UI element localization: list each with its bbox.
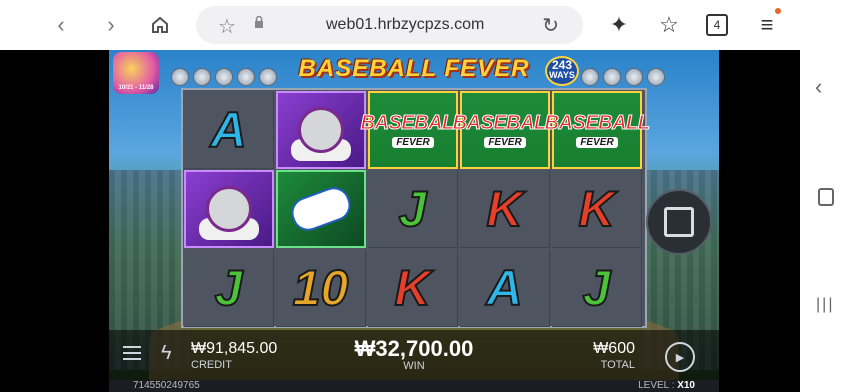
total-bet-value[interactable]: ₩600 (579, 340, 635, 358)
bookmark-star-icon[interactable]: ☆ (218, 14, 236, 39)
reel-symbol-player (276, 170, 366, 248)
symbol-letter: J (582, 259, 612, 317)
ways-label: WAYS (549, 70, 575, 80)
autoplay-icon[interactable]: ▶ (665, 342, 695, 372)
level-indicator: LEVEL : X10 (638, 380, 695, 391)
symbol-letter: J (398, 180, 428, 238)
win-label: WIN (403, 360, 425, 372)
back-icon[interactable]: ‹ (46, 10, 76, 40)
game-footer: 714550249765 LEVEL : X10 (109, 380, 719, 392)
wild-subtext: FEVER (484, 137, 526, 148)
symbol-letter: K (577, 180, 615, 238)
stop-icon (664, 207, 694, 237)
wild-subtext: FEVER (392, 137, 434, 148)
symbol-letter: 10 (292, 259, 350, 317)
symbol-letter: A (209, 101, 247, 159)
reel-grid: A J 10 BASEBALL FEVER J K BASEBALL FEVER K A BASEBA… (181, 88, 650, 328)
home-icon[interactable] (145, 10, 175, 40)
game-title: BASEBALL FEVER (298, 55, 530, 82)
reel-symbol-K: K (552, 170, 642, 248)
sliding-player-icon (286, 182, 356, 236)
ways-number: 243 (551, 58, 573, 72)
reel-symbol-J: J (184, 249, 274, 327)
promo-badge[interactable]: 10/21 - 11/28 (113, 52, 159, 94)
system-recents-icon[interactable]: ||| (816, 296, 834, 314)
reel-symbol-wild: BASEBALL FEVER (452, 91, 558, 169)
level-value: X10 (677, 380, 695, 391)
promo-dates: 10/21 - 11/28 (118, 85, 154, 91)
favorites-icon[interactable]: ☆ (654, 10, 684, 40)
wild-text: BASEBALL (360, 112, 466, 135)
level-label: LEVEL : (638, 380, 675, 391)
system-nav: ‹ ||| (800, 0, 850, 392)
credit-label: CREDIT (191, 359, 232, 371)
wild-text: BASEBALL (544, 112, 650, 135)
credit-value: ₩91,845.00 (191, 340, 278, 357)
total-bet-label: TOTAL (600, 359, 635, 371)
reload-icon[interactable]: ↻ (542, 13, 559, 38)
symbol-letter: K (485, 180, 523, 238)
reel-symbol-A: A (460, 249, 550, 327)
system-home-icon[interactable] (818, 188, 834, 206)
browser-toolbar: ‹ › ☆ web01.hrbzycpzs.com ↻ ✦ ☆ 4 ≡ (0, 0, 800, 50)
reel-symbol-10: 10 (276, 249, 366, 327)
url-text: web01.hrbzycpzs.com (326, 16, 485, 33)
reel-lights-left (171, 68, 277, 86)
reel-symbol-wild: BASEBALL FEVER (360, 91, 466, 169)
forward-icon[interactable]: › (96, 10, 126, 40)
wild-text: BASEBALL (452, 112, 558, 135)
notification-dot (775, 8, 781, 14)
reel-symbol-catcher (184, 170, 274, 248)
stop-button[interactable] (646, 189, 712, 255)
catcher-mask-icon (206, 186, 252, 232)
reel-lights-right (581, 68, 665, 86)
tabs-button[interactable]: 4 (702, 10, 732, 40)
symbol-letter: K (393, 259, 431, 317)
catcher-mask-icon (298, 107, 344, 153)
system-back-icon[interactable]: ‹ (815, 74, 822, 100)
symbol-letter: A (485, 259, 523, 317)
sparkle-icon[interactable]: ✦ (604, 10, 634, 40)
reel-symbol-K: K (368, 249, 458, 327)
reel-symbol-catcher (276, 91, 366, 169)
menu-icon[interactable]: ≡ (752, 10, 782, 40)
reel-symbol-J: J (552, 249, 642, 327)
wild-subtext: FEVER (576, 137, 618, 148)
slot-game: 10/21 - 11/28 BASEBALL FEVER 243 WAYS AJ… (109, 50, 719, 392)
win-value: ₩32,700.00 (354, 336, 474, 361)
lock-icon (255, 16, 263, 28)
tab-count: 4 (706, 14, 728, 36)
reel-symbol-J: J (368, 170, 458, 248)
symbol-letter: J (214, 259, 244, 317)
control-bar: ϟ ₩91,845.00 CREDIT ₩32,700.00 WIN ₩600 … (109, 330, 719, 380)
reel-symbol-wild: BASEBALL FEVER (544, 91, 650, 169)
ways-badge: 243 WAYS (545, 56, 579, 86)
session-id: 714550249765 (133, 380, 200, 391)
reel-symbol-A: A (184, 91, 274, 169)
game-menu-icon[interactable] (123, 346, 141, 360)
address-bar[interactable]: ☆ web01.hrbzycpzs.com ↻ (196, 6, 583, 44)
turbo-icon[interactable]: ϟ (161, 342, 172, 365)
reel-symbol-K: K (460, 170, 550, 248)
